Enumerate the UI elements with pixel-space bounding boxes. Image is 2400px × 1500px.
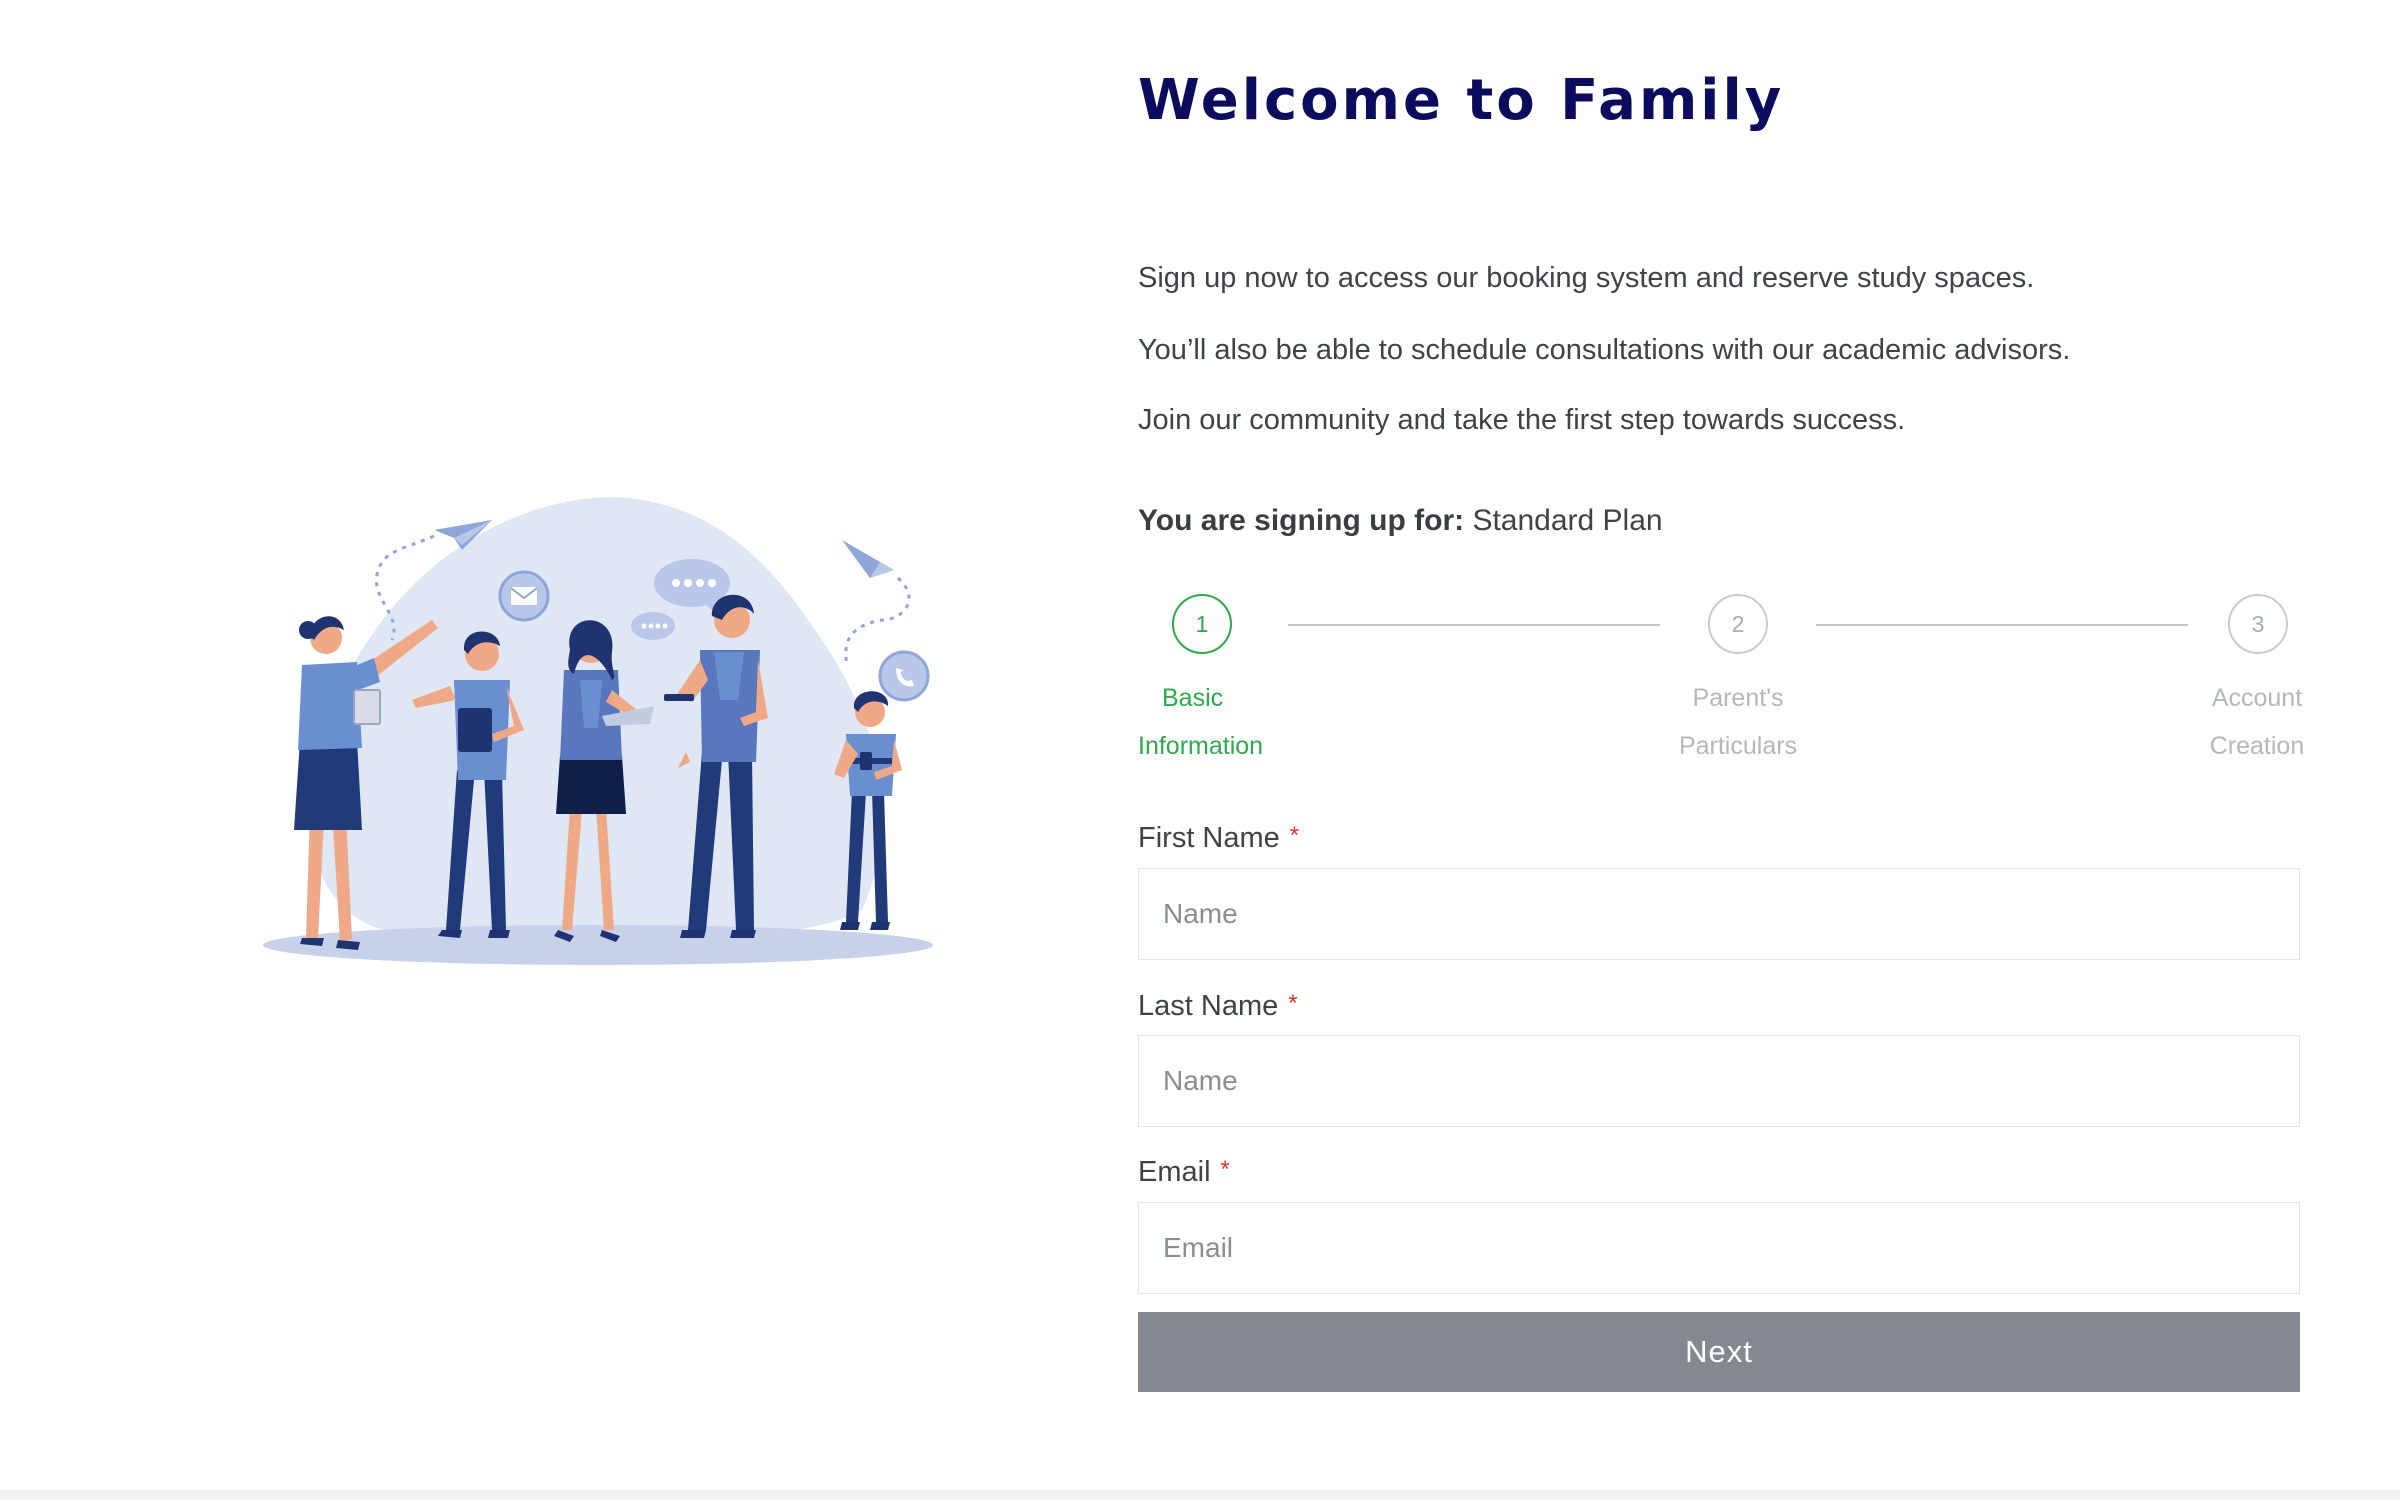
field-label-text: First Name [1138, 822, 1280, 854]
field-label-text: Email [1138, 1156, 1211, 1188]
envelope-icon [498, 570, 550, 622]
step-label-line: Parent's [1692, 684, 1784, 712]
floor-shadow [263, 925, 933, 965]
next-button[interactable]: Next [1138, 1312, 2300, 1392]
plan-value: Standard Plan [1472, 504, 1663, 537]
first-name-input[interactable] [1138, 868, 2300, 960]
signup-page: Welcome to Family Sign up now to access … [0, 0, 2400, 1500]
required-mark: * [1288, 990, 1298, 1017]
footer-band [0, 1490, 2400, 1500]
team-illustration [263, 497, 933, 965]
step-3-indicator: 3 [2228, 594, 2288, 654]
intro-line: Join our community and take the first st… [1138, 404, 1906, 436]
last-name-label: Last Name * [1138, 990, 1298, 1023]
last-name-input[interactable] [1138, 1035, 2300, 1127]
phone-icon [878, 650, 930, 702]
required-mark: * [1220, 1156, 1230, 1183]
first-name-label: First Name * [1138, 822, 1299, 855]
step-label-line: Information [1138, 732, 1264, 760]
step-1-label: Basic Information [1126, 674, 1296, 770]
field-label-text: Last Name [1138, 990, 1279, 1022]
step-3-label: Account Creation [2172, 674, 2342, 770]
page-title: Welcome to Family [1138, 68, 1785, 133]
email-label: Email * [1138, 1156, 1230, 1189]
step-connector [1816, 624, 2188, 626]
step-connector [1288, 624, 1660, 626]
paper-plane-icon [842, 540, 911, 666]
chat-bubble-icon [631, 612, 675, 640]
step-label-line: Basic [1162, 684, 1224, 712]
step-label-line: Account [2211, 684, 2303, 712]
progress-stepper: 1 Basic Information 2 Parent's Particula… [1138, 594, 2304, 774]
step-2-label: Parent's Particulars [1653, 674, 1823, 770]
intro-line: You’ll also be able to schedule consulta… [1138, 334, 2071, 366]
email-input[interactable] [1138, 1202, 2300, 1294]
selected-plan: You are signing up for: Standard Plan [1138, 504, 1663, 538]
required-mark: * [1289, 822, 1300, 849]
intro-line: Sign up now to access our booking system… [1138, 262, 2035, 294]
step-1-indicator: 1 [1172, 594, 1232, 654]
plan-label: You are signing up for: [1138, 504, 1465, 537]
step-label-line: Particulars [1678, 732, 1798, 760]
step-label-line: Creation [2209, 732, 2305, 760]
step-2-indicator: 2 [1708, 594, 1768, 654]
